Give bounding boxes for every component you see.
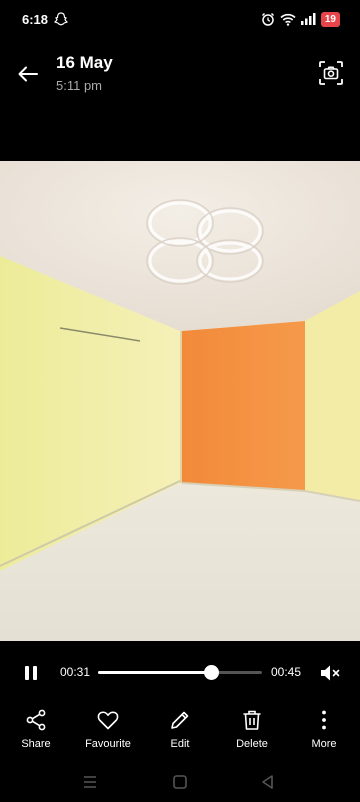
delete-label: Delete [236,738,268,750]
page-title: 16 May [56,53,113,72]
page-subtitle: 5:11 pm [56,78,103,93]
gallery-video-viewer: 6:18 19 16 May 5:11 pm 00:31 00:45 Share… [0,0,360,802]
pencil-icon [171,711,189,729]
seek-bar-progress [98,671,212,674]
status-time: 6:18 [22,12,49,27]
battery-level: 19 [320,11,340,27]
status-icons: 19 [261,10,340,28]
status-bar: 6:18 19 [0,0,360,40]
action-bar: Share Favourite Edit Delete More [0,708,360,758]
delete-button[interactable]: Delete [216,708,288,758]
home-icon[interactable] [170,772,190,792]
heart-icon [97,711,119,730]
menu-icon[interactable] [80,772,100,792]
more-vertical-icon [322,710,326,730]
room-image [0,161,360,641]
camera-capture-icon[interactable] [318,60,344,86]
back-triangle-icon[interactable] [258,772,278,792]
alarm-icon [261,12,274,26]
volume-muted-icon[interactable] [319,663,341,683]
share-icon [26,709,46,731]
arrow-left-icon[interactable] [14,60,42,88]
share-button[interactable]: Share [0,708,72,758]
edit-label: Edit [170,738,190,750]
seek-bar[interactable] [98,665,262,680]
snapchat-icon [54,12,68,26]
trash-icon [243,710,261,730]
pause-icon[interactable] [22,664,40,682]
favourite-label: Favourite [85,738,131,750]
edit-button[interactable]: Edit [144,708,216,758]
viewer-header: 16 May 5:11 pm [0,44,360,104]
seek-bar-thumb[interactable] [204,665,220,680]
system-nav-bar [0,762,360,802]
more-button[interactable]: More [288,708,360,758]
total-time: 00:45 [271,665,302,679]
signal-icon [300,13,316,25]
player-controls: 00:31 00:45 [0,652,360,692]
favourite-button[interactable]: Favourite [72,708,144,758]
wifi-icon [280,13,296,26]
current-time: 00:31 [60,665,91,679]
video-frame[interactable] [0,161,360,641]
share-label: Share [21,738,51,750]
more-label: More [311,738,337,750]
